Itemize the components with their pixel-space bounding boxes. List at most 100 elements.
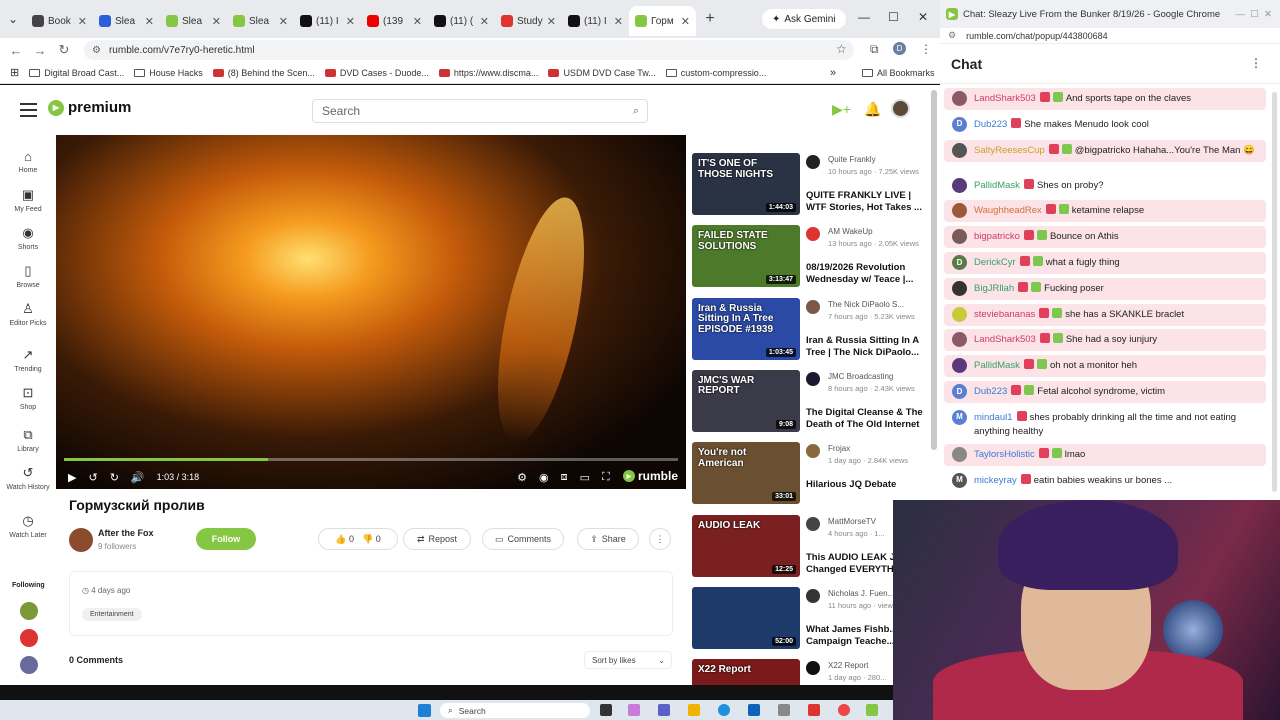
chat-username[interactable]: TaylorsHolistic xyxy=(974,449,1035,460)
forward-skip-icon[interactable]: ↻ xyxy=(110,471,119,484)
chat-avatar[interactable]: D xyxy=(952,384,967,399)
search-icon[interactable]: ⌕ xyxy=(633,105,639,118)
video-thumbnail[interactable]: X22 Report xyxy=(692,659,800,685)
category-tag[interactable]: Entertainment xyxy=(82,608,142,621)
chat-username[interactable]: DerickCyr xyxy=(974,257,1016,268)
browser-tab[interactable]: (139 ✕ xyxy=(361,6,428,36)
channel-name[interactable]: The Nick DiPaolo S... xyxy=(828,300,932,309)
bookmark-item[interactable]: USDM DVD Case Tw... xyxy=(548,68,656,78)
chat-avatar[interactable] xyxy=(952,332,967,348)
video-title[interactable]: The Digital Cleanse & The Death of The O… xyxy=(806,407,924,431)
browser-tab[interactable]: Slea ✕ xyxy=(93,6,160,36)
channel-name[interactable]: JMC Broadcasting xyxy=(828,372,932,381)
window-controls[interactable]: — ☐ ✕ xyxy=(1235,9,1272,20)
all-bookmarks-button[interactable]: All Bookmarks xyxy=(862,68,935,78)
chat-avatar[interactable] xyxy=(952,306,967,322)
volume-icon[interactable]: 🔊 xyxy=(131,471,145,484)
tab-close-icon[interactable]: ✕ xyxy=(413,15,422,28)
start-windows-icon[interactable] xyxy=(418,704,431,717)
chat-scrollbar[interactable] xyxy=(1272,92,1277,492)
followed-channel-avatar[interactable] xyxy=(20,656,38,674)
nav-feed[interactable]: ▣ My Feed xyxy=(0,187,56,213)
video-thumbnail[interactable]: JMC'S WAR REPORT 9:08 xyxy=(692,369,800,432)
tab-close-icon[interactable]: ✕ xyxy=(78,15,87,28)
tab-close-icon[interactable]: ✕ xyxy=(346,15,355,28)
rumble-logo[interactable]: ▶ premium xyxy=(48,99,131,116)
nav-home[interactable]: ⌂ Home xyxy=(0,149,56,174)
channel-avatar[interactable] xyxy=(806,299,820,314)
video-thumbnail[interactable]: 52:00 xyxy=(692,586,800,649)
close-window-icon[interactable]: ✕ xyxy=(918,10,928,24)
video-title[interactable]: QUITE FRANKLY LIVE | WTF Stories, Hot Ta… xyxy=(806,190,924,214)
page-scrollbar[interactable] xyxy=(931,90,937,450)
store-icon[interactable] xyxy=(748,704,760,716)
chat-avatar[interactable] xyxy=(952,229,967,245)
teams-icon[interactable] xyxy=(658,704,670,716)
video-title[interactable]: 08/19/2026 Revolution Wednesday w/ Teace… xyxy=(806,262,924,286)
chat-username[interactable]: Dub223 xyxy=(974,386,1007,397)
nav-clock[interactable]: ◷ Watch Later xyxy=(0,513,56,539)
video-title[interactable]: Iran & Russia Sitting In A Tree | The Ni… xyxy=(806,335,924,359)
nav-browse[interactable]: ▯ Browse xyxy=(0,263,56,289)
channel-avatar[interactable] xyxy=(806,227,820,242)
follow-button[interactable]: Follow xyxy=(196,528,256,550)
nav-history[interactable]: ↺ Watch History xyxy=(0,465,56,491)
repost-button[interactable]: ⇄ Repost xyxy=(403,528,471,550)
chat-username[interactable]: WaughheadRex xyxy=(974,205,1042,216)
menu-kebab-icon[interactable]: ⋮ xyxy=(920,42,932,56)
tab-close-icon[interactable]: ✕ xyxy=(480,15,489,28)
rumble-player-brand[interactable]: ▶ rumble xyxy=(622,469,678,483)
fullscreen-icon[interactable]: ⛶ xyxy=(602,471,610,484)
play-icon[interactable]: ▶ xyxy=(68,471,76,484)
video-player[interactable]: ▶ ↺ ↻ 🔊 1:03 / 3:18 ⚙ ◉ ⧈ ▭ ⛶ ▶ rumble xyxy=(56,135,686,489)
chat-avatar[interactable]: D xyxy=(952,116,967,132)
copilot-icon[interactable] xyxy=(628,704,640,716)
reload-icon[interactable]: ↻ xyxy=(52,42,76,58)
browser-tab[interactable]: Горм ✕ xyxy=(629,6,696,36)
channel-avatar[interactable] xyxy=(806,588,820,603)
chat-username[interactable]: mindaul1 xyxy=(974,412,1013,423)
browser-tab[interactable]: (11) (✕ xyxy=(428,6,495,36)
channel-avatar[interactable] xyxy=(806,516,820,531)
edge-icon[interactable] xyxy=(718,704,730,716)
followed-channel-avatar[interactable] xyxy=(20,602,38,620)
chat-avatar[interactable] xyxy=(952,177,967,193)
nav-editor-picks[interactable]: ♙ Editor Picks xyxy=(0,301,56,327)
chat-avatar[interactable]: D xyxy=(952,255,967,270)
ask-gemini-button[interactable]: ✦ Ask Gemini xyxy=(762,9,846,29)
chat-avatar[interactable] xyxy=(952,203,967,219)
recommended-video[interactable]: Iran & Russia Sitting In A Tree EPISODE … xyxy=(692,297,932,362)
app-icon[interactable] xyxy=(778,704,790,716)
autoplay-toggle[interactable]: ◉ xyxy=(539,471,549,484)
tab-close-icon[interactable]: ✕ xyxy=(547,15,556,28)
share-button[interactable]: ⇪ Share xyxy=(577,528,639,550)
app-icon-red[interactable] xyxy=(808,704,820,716)
dislike-button[interactable]: 👎 0 xyxy=(362,534,381,545)
video-thumbnail[interactable]: You're not American 33:01 xyxy=(692,442,800,505)
channel-name[interactable]: AM WakeUp xyxy=(828,227,932,236)
taskbar-search[interactable]: ⌕ Search xyxy=(440,703,590,718)
chat-avatar[interactable]: M xyxy=(952,472,967,488)
video-thumbnail[interactable]: IT'S ONE OF THOSE NIGHTS 1:44:03 xyxy=(692,153,800,215)
more-options-icon[interactable]: ⋮ xyxy=(649,528,671,550)
nav-shop[interactable]: ⊡ Shop xyxy=(0,385,56,411)
extensions-icon[interactable]: ⧉ xyxy=(870,42,879,57)
bookmark-item[interactable]: House Hacks xyxy=(134,68,203,78)
minimize-icon[interactable]: — xyxy=(858,10,870,24)
chat-avatar[interactable] xyxy=(952,446,967,462)
nav-shorts[interactable]: ◉ Shorts xyxy=(0,225,56,251)
user-avatar[interactable] xyxy=(891,99,910,118)
bookmark-item[interactable]: (8) Behind the Scen... xyxy=(212,68,315,78)
channel-avatar[interactable] xyxy=(806,661,820,676)
bookmarks-overflow-button[interactable]: » xyxy=(830,67,836,79)
tab-close-icon[interactable]: ✕ xyxy=(279,15,288,28)
chat-username[interactable]: SaltyReesesCup xyxy=(974,145,1045,156)
video-thumbnail[interactable]: AUDIO LEAK 12:25 xyxy=(692,514,800,577)
recommended-video[interactable]: IT'S ONE OF THOSE NIGHTS 1:44:03 Quite Fra… xyxy=(692,153,932,217)
browser-tab[interactable]: Slea ✕ xyxy=(160,6,227,36)
new-tab-button[interactable]: + xyxy=(696,10,724,28)
chat-address-bar[interactable]: ⚙ rumble.com/chat/popup/443800684 xyxy=(940,28,1280,44)
chat-avatar[interactable]: M xyxy=(952,409,967,425)
chat-username[interactable]: LandShark503 xyxy=(974,334,1036,345)
video-thumbnail[interactable]: Iran & Russia Sitting In A Tree EPISODE … xyxy=(692,297,800,360)
